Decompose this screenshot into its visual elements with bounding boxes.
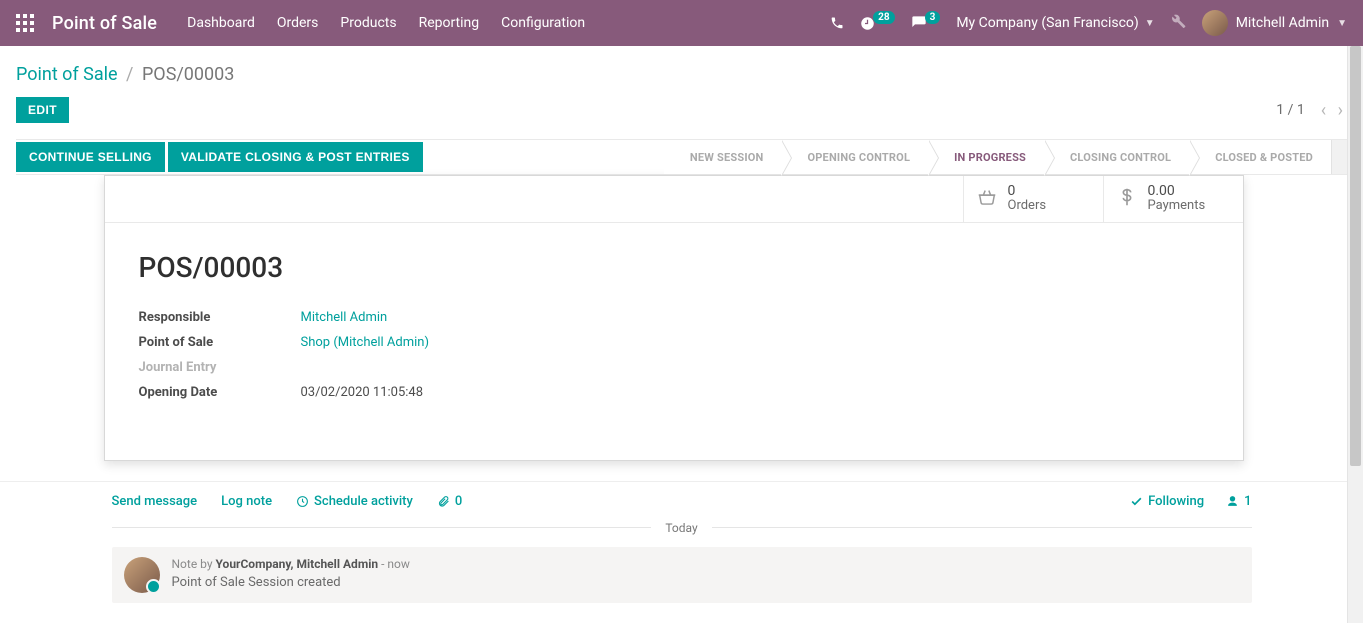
label-opening-date: Opening Date [139,385,289,400]
stat-buttons: 0 Orders 0.00 Payments [105,176,1243,223]
pager-prev[interactable]: ‹ [1317,100,1330,121]
paperclip-icon [437,495,450,508]
activities-icon[interactable]: 28 [860,16,894,31]
menu-configuration[interactable]: Configuration [501,15,585,31]
check-icon [1130,495,1143,508]
scrollbar-gutter [1331,140,1347,174]
apps-icon[interactable] [16,14,34,32]
status-in-progress[interactable]: IN PROGRESS [928,140,1044,174]
value-responsible[interactable]: Mitchell Admin [301,310,388,325]
app-menu: Dashboard Orders Products Reporting Conf… [187,15,585,31]
user-icon [1226,495,1239,508]
stat-orders-value: 0 [1008,184,1047,199]
menu-reporting[interactable]: Reporting [419,15,480,31]
stat-payments-value: 0.00 [1148,184,1206,199]
pager-next[interactable]: › [1334,100,1347,121]
activities-badge: 28 [873,11,894,24]
message-avatar [124,557,160,593]
menu-orders[interactable]: Orders [277,15,319,31]
status-closed-posted[interactable]: CLOSED & POSTED [1189,140,1331,174]
continue-selling-button[interactable]: CONTINUE SELLING [16,142,165,172]
stat-payments-label: Payments [1148,199,1206,213]
company-name: My Company (San Francisco) [956,15,1138,31]
followers-button[interactable]: 1 [1226,494,1251,509]
clock-icon [296,495,309,508]
following-button[interactable]: Following [1130,494,1204,509]
discuss-badge: 3 [925,11,941,24]
date-separator: Today [112,521,1252,535]
attachments-button[interactable]: 0 [437,494,462,509]
app-brand[interactable]: Point of Sale [52,13,157,34]
pager: 1 / 1 ‹ › [1276,100,1347,121]
label-journal-entry: Journal Entry [139,360,289,375]
company-switcher[interactable]: My Company (San Francisco) ▼ [956,15,1154,31]
status-closing-control[interactable]: CLOSING CONTROL [1044,140,1189,174]
menu-dashboard[interactable]: Dashboard [187,15,255,31]
record-title: POS/00003 [139,251,1209,284]
log-note-button[interactable]: Log note [221,494,272,509]
avatar [1202,10,1228,36]
value-journal-entry [301,360,739,375]
message-note: Note by YourCompany, Mitchell Admin - no… [112,547,1252,603]
phone-icon[interactable] [830,16,844,30]
schedule-activity-button[interactable]: Schedule activity [296,494,413,509]
message-header: Note by YourCompany, Mitchell Admin - no… [172,557,410,571]
edit-button[interactable]: EDIT [16,97,69,123]
form-fields: Responsible Mitchell Admin Point of Sale… [139,310,739,400]
message-body: Point of Sale Session created [172,575,410,590]
validate-closing-button[interactable]: VALIDATE CLOSING & POST ENTRIES [168,142,423,172]
send-message-button[interactable]: Send message [112,494,198,509]
breadcrumb-root[interactable]: Point of Sale [16,64,118,85]
caret-down-icon: ▼ [1145,18,1155,29]
label-point-of-sale: Point of Sale [139,335,289,350]
attachments-count: 0 [455,494,462,509]
breadcrumb: Point of Sale / POS/00003 [16,64,1347,85]
status-new-session[interactable]: NEW SESSION [664,140,782,174]
debug-icon[interactable] [1171,14,1186,33]
chatter: Send message Log note Schedule activity … [0,481,1363,603]
top-navbar: Point of Sale Dashboard Orders Products … [0,0,1363,46]
menu-products[interactable]: Products [340,15,396,31]
page-scrollbar[interactable] [1347,46,1363,623]
scrollbar-thumb[interactable] [1350,46,1361,466]
schedule-activity-label: Schedule activity [314,494,413,509]
dollar-icon [1116,186,1138,212]
user-name: Mitchell Admin [1236,15,1329,31]
stat-orders[interactable]: 0 Orders [963,176,1103,222]
discuss-icon[interactable]: 3 [911,15,941,31]
stat-orders-label: Orders [1008,199,1047,213]
navbar-right: 28 3 My Company (San Francisco) ▼ Mitche… [830,10,1347,36]
followers-count: 1 [1244,494,1251,509]
form-sheet: 0 Orders 0.00 Payments POS/00003 Respons… [104,175,1244,461]
pager-text: 1 / 1 [1276,102,1304,118]
breadcrumb-sep: / [126,64,133,85]
user-menu[interactable]: Mitchell Admin ▼ [1202,10,1347,36]
breadcrumb-current: POS/00003 [142,64,234,85]
status-row: CONTINUE SELLING VALIDATE CLOSING & POST… [16,139,1347,175]
following-label: Following [1148,494,1204,509]
value-opening-date: 03/02/2020 11:05:48 [301,385,739,400]
value-point-of-sale[interactable]: Shop (Mitchell Admin) [301,335,430,350]
caret-down-icon: ▼ [1337,18,1347,29]
stat-payments[interactable]: 0.00 Payments [1103,176,1243,222]
statusbar: NEW SESSION OPENING CONTROL IN PROGRESS … [664,140,1331,174]
basket-icon [976,186,998,212]
control-panel: Point of Sale / POS/00003 EDIT 1 / 1 ‹ ›… [0,46,1363,175]
status-opening-control[interactable]: OPENING CONTROL [781,140,928,174]
label-responsible: Responsible [139,310,289,325]
